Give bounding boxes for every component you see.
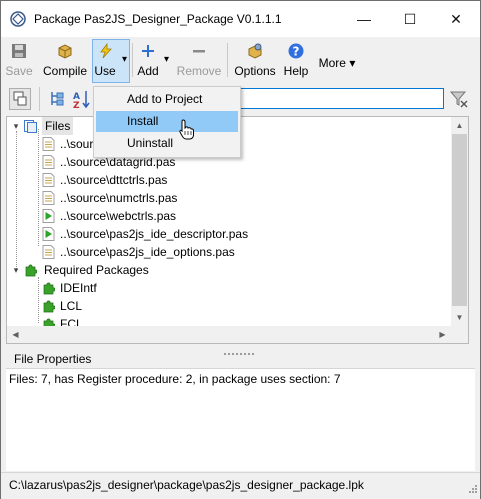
scroll-left-icon[interactable]: ◀ (7, 326, 24, 343)
menu-item-label: Uninstall (127, 136, 174, 150)
collapse-icon[interactable]: ▾ (11, 261, 21, 279)
unit-file-icon (42, 137, 55, 151)
options-box-icon (247, 43, 263, 59)
save-button[interactable]: Save (5, 40, 33, 82)
package-puzzle-icon (42, 299, 56, 313)
use-label: Use (94, 64, 116, 78)
remove-button[interactable]: Remove (175, 40, 223, 82)
clear-filter-icon[interactable] (448, 88, 470, 110)
file-path: ..\source\webctrls.pas (60, 209, 177, 223)
scrollbar-corner (451, 326, 468, 343)
save-label: Save (5, 64, 33, 78)
remove-label: Remove (176, 64, 222, 78)
menu-item-uninstall[interactable]: Uninstall (96, 133, 238, 154)
file-path: ..\source\pas2js_ide_descriptor.pas (60, 227, 249, 241)
options-button[interactable]: Options (231, 40, 279, 82)
toolbar: Save Compile Use ▾ Add ▾ Remove Options … (1, 37, 480, 83)
unit-file-icon (42, 245, 55, 259)
help-label: Help (283, 64, 309, 78)
vertical-scrollbar[interactable]: ▲ ▼ (451, 117, 468, 326)
sort-tree-icon[interactable] (46, 88, 68, 110)
tree-file-item[interactable]: ..\source\dttctrls.pas (7, 171, 451, 189)
package-name: LCL (60, 299, 83, 313)
maximize-button[interactable]: ☐ (387, 1, 433, 37)
add-dropdown-arrow-icon[interactable]: ▾ (164, 54, 169, 65)
filter-input[interactable] (237, 88, 444, 109)
minimize-button[interactable]: — (341, 1, 387, 37)
minus-icon (191, 43, 207, 59)
compile-label: Compile (42, 64, 87, 78)
horizontal-scrollbar[interactable]: ◀ ▶ (7, 326, 451, 343)
compile-box-icon (57, 43, 73, 59)
folder-files-icon (24, 119, 37, 133)
menu-item-label: Add to Project (127, 92, 203, 106)
package-file-path: C:\lazarus\pas2js_designer\package\pas2j… (9, 478, 364, 492)
unit-file-icon (42, 173, 55, 187)
file-path: ..\source\numctrls.pas (60, 191, 178, 205)
options-label: Options (234, 64, 276, 78)
collapse-icon[interactable]: ▾ (11, 117, 21, 135)
unit-file-icon (42, 155, 55, 169)
tree-file-item[interactable]: ..\source\numctrls.pas (7, 189, 451, 207)
menu-item-install[interactable]: Install (96, 111, 238, 132)
status-bar: C:\lazarus\pas2js_designer\package\pas2j… (1, 472, 480, 499)
package-puzzle-icon (24, 263, 38, 277)
menu-item-add-to-project[interactable]: Add to Project (96, 89, 238, 110)
package-editor-window: Package Pas2JS_Designer_Package V0.1.1.1… (0, 0, 481, 499)
plus-icon (140, 43, 156, 59)
toggle-details-button[interactable] (9, 88, 31, 110)
toolbar-separator (227, 43, 228, 77)
window-title: Package Pas2JS_Designer_Package V0.1.1.1 (34, 12, 282, 26)
svg-text:?: ? (293, 45, 300, 59)
more-button[interactable]: More ▾ (314, 40, 360, 82)
vertical-scroll-thumb[interactable] (452, 134, 467, 306)
unit-file-register-icon (42, 209, 55, 223)
add-button[interactable]: Add ▾ (136, 40, 172, 82)
toolbar-separator (132, 43, 133, 77)
files-node-label: Files (42, 117, 74, 135)
file-path: ..\source\pas2js_ide_options.pas (60, 245, 235, 259)
scroll-down-icon[interactable]: ▼ (451, 309, 468, 326)
svg-text:Z: Z (73, 101, 80, 110)
unit-file-icon (42, 191, 55, 205)
help-question-icon: ? (288, 43, 304, 59)
file-properties-title: File Properties (14, 352, 92, 366)
sort-alphabetically-icon[interactable]: A Z (71, 88, 93, 111)
more-label: More ▾ (314, 56, 360, 70)
add-label: Add (137, 64, 159, 78)
tree-package-item[interactable]: LCL (7, 297, 451, 315)
unit-file-register-icon (42, 227, 55, 241)
package-name: IDEIntf (60, 281, 97, 295)
use-dropdown-menu: Add to Project Install Uninstall (93, 86, 241, 158)
more-text: More (318, 56, 346, 70)
tree-file-item[interactable]: ..\source\webctrls.pas (7, 207, 451, 225)
splitter-grip-icon[interactable] (224, 345, 254, 355)
tree-file-item[interactable]: ..\source\pas2js_ide_options.pas (7, 243, 451, 261)
tree-package-item[interactable]: IDEIntf (7, 279, 451, 297)
lightning-icon (98, 42, 114, 59)
close-button[interactable]: ✕ (433, 1, 479, 37)
tree-file-item[interactable]: ..\source\pas2js_ide_descriptor.pas (7, 225, 451, 243)
scroll-right-icon[interactable]: ▶ (434, 326, 451, 343)
floppy-disk-icon (11, 43, 27, 59)
package-puzzle-icon (42, 281, 56, 295)
tree-node-required-packages[interactable]: ▾ Required Packages (7, 261, 451, 279)
menu-item-label: Install (127, 114, 159, 128)
file-properties-panel: Files: 7, has Register procedure: 2, in … (6, 368, 475, 471)
mouse-cursor-hand-icon (179, 119, 195, 141)
more-dropdown-arrow-icon: ▾ (349, 56, 356, 70)
lazarus-app-icon (10, 11, 26, 27)
title-bar: Package Pas2JS_Designer_Package V0.1.1.1… (1, 1, 480, 37)
file-path: ..\source\dttctrls.pas (60, 173, 168, 187)
resize-grip-icon[interactable] (467, 482, 477, 496)
compile-button[interactable]: Compile (39, 40, 91, 82)
use-dropdown-arrow-icon[interactable]: ▾ (122, 54, 127, 65)
scroll-up-icon[interactable]: ▲ (451, 117, 468, 134)
help-button[interactable]: ? Help (281, 40, 311, 82)
use-button[interactable]: Use ▾ (92, 39, 130, 83)
required-packages-label: Required Packages (44, 263, 149, 277)
filter-separator (39, 87, 40, 111)
file-properties-summary: Files: 7, has Register procedure: 2, in … (9, 372, 341, 386)
